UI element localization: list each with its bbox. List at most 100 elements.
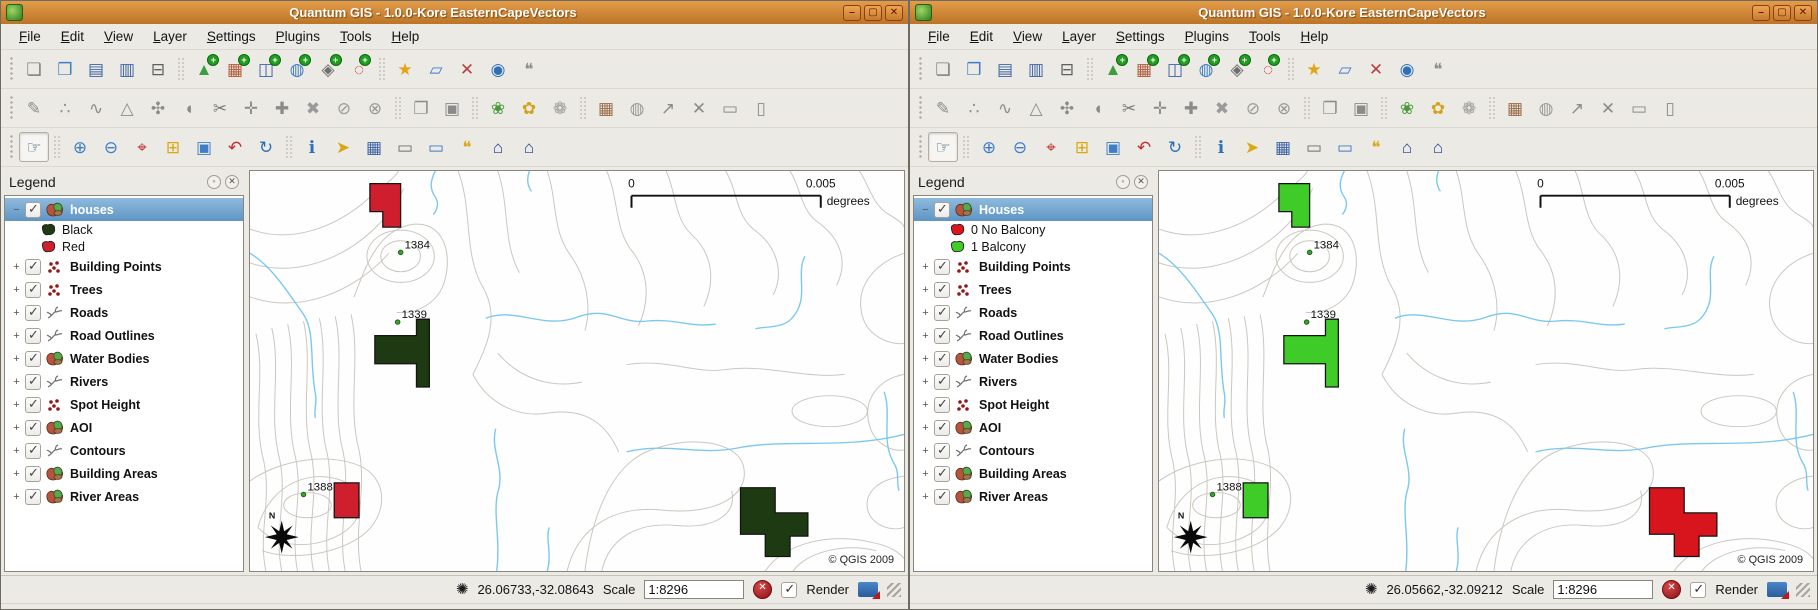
expander-toggle[interactable]: +	[10, 330, 23, 342]
arrow-cross-button[interactable]: ✕	[684, 93, 714, 123]
legend-layer-roads[interactable]: +Roads	[5, 301, 243, 324]
resize-grip[interactable]	[1796, 583, 1810, 597]
menu-plugins[interactable]: Plugins	[266, 26, 330, 47]
expander-toggle[interactable]: +	[919, 376, 932, 388]
new-bookmark-button[interactable]: ★	[1299, 54, 1329, 84]
toolbar-handle[interactable]	[918, 134, 923, 160]
stop-render-button[interactable]	[753, 580, 772, 599]
add-wfs-layer-button[interactable]: ◌	[1253, 54, 1283, 84]
remove-layer-button[interactable]: ✕	[1361, 54, 1391, 84]
move-feature-button[interactable]: ✣	[143, 93, 173, 123]
menu-view[interactable]: View	[94, 26, 143, 47]
copy-features-button[interactable]: ❐	[406, 93, 436, 123]
frame-button[interactable]: ▭	[715, 93, 745, 123]
delete-ring-button[interactable]: ⊘	[329, 93, 359, 123]
legend-layer-river-areas[interactable]: +River Areas	[5, 485, 243, 508]
toolbar-handle[interactable]	[9, 95, 14, 121]
menu-tools[interactable]: Tools	[1239, 26, 1291, 47]
layer-visibility-checkbox[interactable]	[25, 351, 41, 367]
gray-pot-button[interactable]: ◍	[622, 93, 652, 123]
home-page-2-button[interactable]: ⌂	[1423, 132, 1453, 162]
expander-toggle[interactable]: +	[919, 422, 932, 434]
home-page-button[interactable]: ⌂	[1392, 132, 1422, 162]
menu-file[interactable]: File	[9, 26, 51, 47]
add-gpx-layer-button[interactable]: ◈	[1222, 54, 1252, 84]
arrow-cross-button[interactable]: ✕	[1593, 93, 1623, 123]
titlebar[interactable]: Quantum GIS - 1.0.0-Kore EasternCapeVect…	[910, 1, 1817, 24]
add-raster-layer-button[interactable]: ▦	[1129, 54, 1159, 84]
render-checkbox[interactable]	[1690, 582, 1706, 598]
measure-line-button[interactable]: ▭	[390, 132, 420, 162]
titlebar[interactable]: Quantum GIS - 1.0.0-Kore EasternCapeVect…	[1, 1, 908, 24]
menu-layer[interactable]: Layer	[143, 26, 197, 47]
stop-render-button[interactable]	[1662, 580, 1681, 599]
print-composer-button[interactable]: ⊟	[143, 54, 173, 84]
menu-edit[interactable]: Edit	[51, 26, 94, 47]
zoom-out-button[interactable]: ⊖	[96, 132, 126, 162]
capture-polygon-button[interactable]: △	[112, 93, 142, 123]
flower-star-button[interactable]: ✿	[1423, 93, 1453, 123]
add-raster-layer-button[interactable]: ▦	[220, 54, 250, 84]
legend-dock-button[interactable]	[1116, 175, 1130, 189]
legend-layer-water-bodies[interactable]: +Water Bodies	[5, 347, 243, 370]
expander-toggle[interactable]: +	[919, 261, 932, 273]
select-features-button[interactable]: ➤	[1237, 132, 1267, 162]
open-attribute-table-button[interactable]: ▦	[359, 132, 389, 162]
add-wfs-layer-button[interactable]: ◌	[344, 54, 374, 84]
layer-visibility-checkbox[interactable]	[934, 351, 950, 367]
map-canvas[interactable]: 1384 1339 1388 0 0.005 degrees N	[1158, 170, 1814, 572]
layer-visibility-checkbox[interactable]	[934, 420, 950, 436]
render-checkbox[interactable]	[781, 582, 797, 598]
legend-layer-contours[interactable]: +Contours	[5, 439, 243, 462]
flower-gray-button[interactable]: ❁	[545, 93, 575, 123]
layer-visibility-checkbox[interactable]	[25, 328, 41, 344]
expander-toggle[interactable]: +	[10, 468, 23, 480]
open-project-button[interactable]: ❒	[50, 54, 80, 84]
zoom-full-extent-button[interactable]: ⊞	[1067, 132, 1097, 162]
close-button[interactable]	[1794, 5, 1812, 21]
open-attribute-table-button[interactable]: ▦	[1268, 132, 1298, 162]
delete-ring-button[interactable]: ⊘	[1238, 93, 1268, 123]
zoom-to-layer-button[interactable]: ▣	[189, 132, 219, 162]
menu-tools[interactable]: Tools	[330, 26, 382, 47]
add-wms-layer-button[interactable]: ◍	[1191, 54, 1221, 84]
frame-button[interactable]: ▭	[1624, 93, 1654, 123]
layer-visibility-checkbox[interactable]	[934, 374, 950, 390]
legend-close-button[interactable]	[225, 175, 239, 189]
save-project-button[interactable]: ▤	[990, 54, 1020, 84]
zoom-to-selection-button[interactable]: ⌖	[127, 132, 157, 162]
toolbar-handle[interactable]	[918, 95, 923, 121]
add-to-overview-button[interactable]: ◉	[1392, 54, 1422, 84]
legend-layer-building-areas[interactable]: +Building Areas	[5, 462, 243, 485]
new-bookmark-button[interactable]: ★	[390, 54, 420, 84]
layer-visibility-checkbox[interactable]	[934, 282, 950, 298]
delete-part-button[interactable]: ⊗	[1269, 93, 1299, 123]
identify-features-button[interactable]: ℹ	[1206, 132, 1236, 162]
map-refresh-button[interactable]: ↻	[251, 132, 281, 162]
delete-vertex-button[interactable]: ✖	[298, 93, 328, 123]
layer-visibility-checkbox[interactable]	[934, 305, 950, 321]
add-to-overview-button[interactable]: ◉	[483, 54, 513, 84]
pan-map-button[interactable]: ☞	[19, 132, 49, 162]
zoom-out-button[interactable]: ⊖	[1005, 132, 1035, 162]
legend-layer-building-points[interactable]: +Building Points	[914, 255, 1152, 278]
layer-visibility-checkbox[interactable]	[934, 328, 950, 344]
plant-button[interactable]: ❀	[1392, 93, 1422, 123]
remove-layer-button[interactable]: ✕	[452, 54, 482, 84]
legend-layer-trees[interactable]: +Trees	[5, 278, 243, 301]
layer-visibility-checkbox[interactable]	[934, 466, 950, 482]
paste-features-button[interactable]: ▣	[1346, 93, 1376, 123]
move-feature-button[interactable]: ✣	[1052, 93, 1082, 123]
legend-layer-trees[interactable]: +Trees	[914, 278, 1152, 301]
layer-visibility-checkbox[interactable]	[934, 489, 950, 505]
capture-polygon-button[interactable]: △	[1021, 93, 1051, 123]
arrow-diagonal-button[interactable]: ↗	[1562, 93, 1592, 123]
zoom-in-button[interactable]: ⊕	[65, 132, 95, 162]
cut-features-button[interactable]: ✂	[1114, 93, 1144, 123]
arrow-diagonal-button[interactable]: ↗	[653, 93, 683, 123]
legend-class-row[interactable]: Red	[5, 238, 243, 255]
node-tool-button[interactable]: ◖	[174, 93, 204, 123]
capture-line-button[interactable]: ∿	[81, 93, 111, 123]
add-wms-layer-button[interactable]: ◍	[282, 54, 312, 84]
expander-toggle[interactable]: +	[919, 307, 932, 319]
